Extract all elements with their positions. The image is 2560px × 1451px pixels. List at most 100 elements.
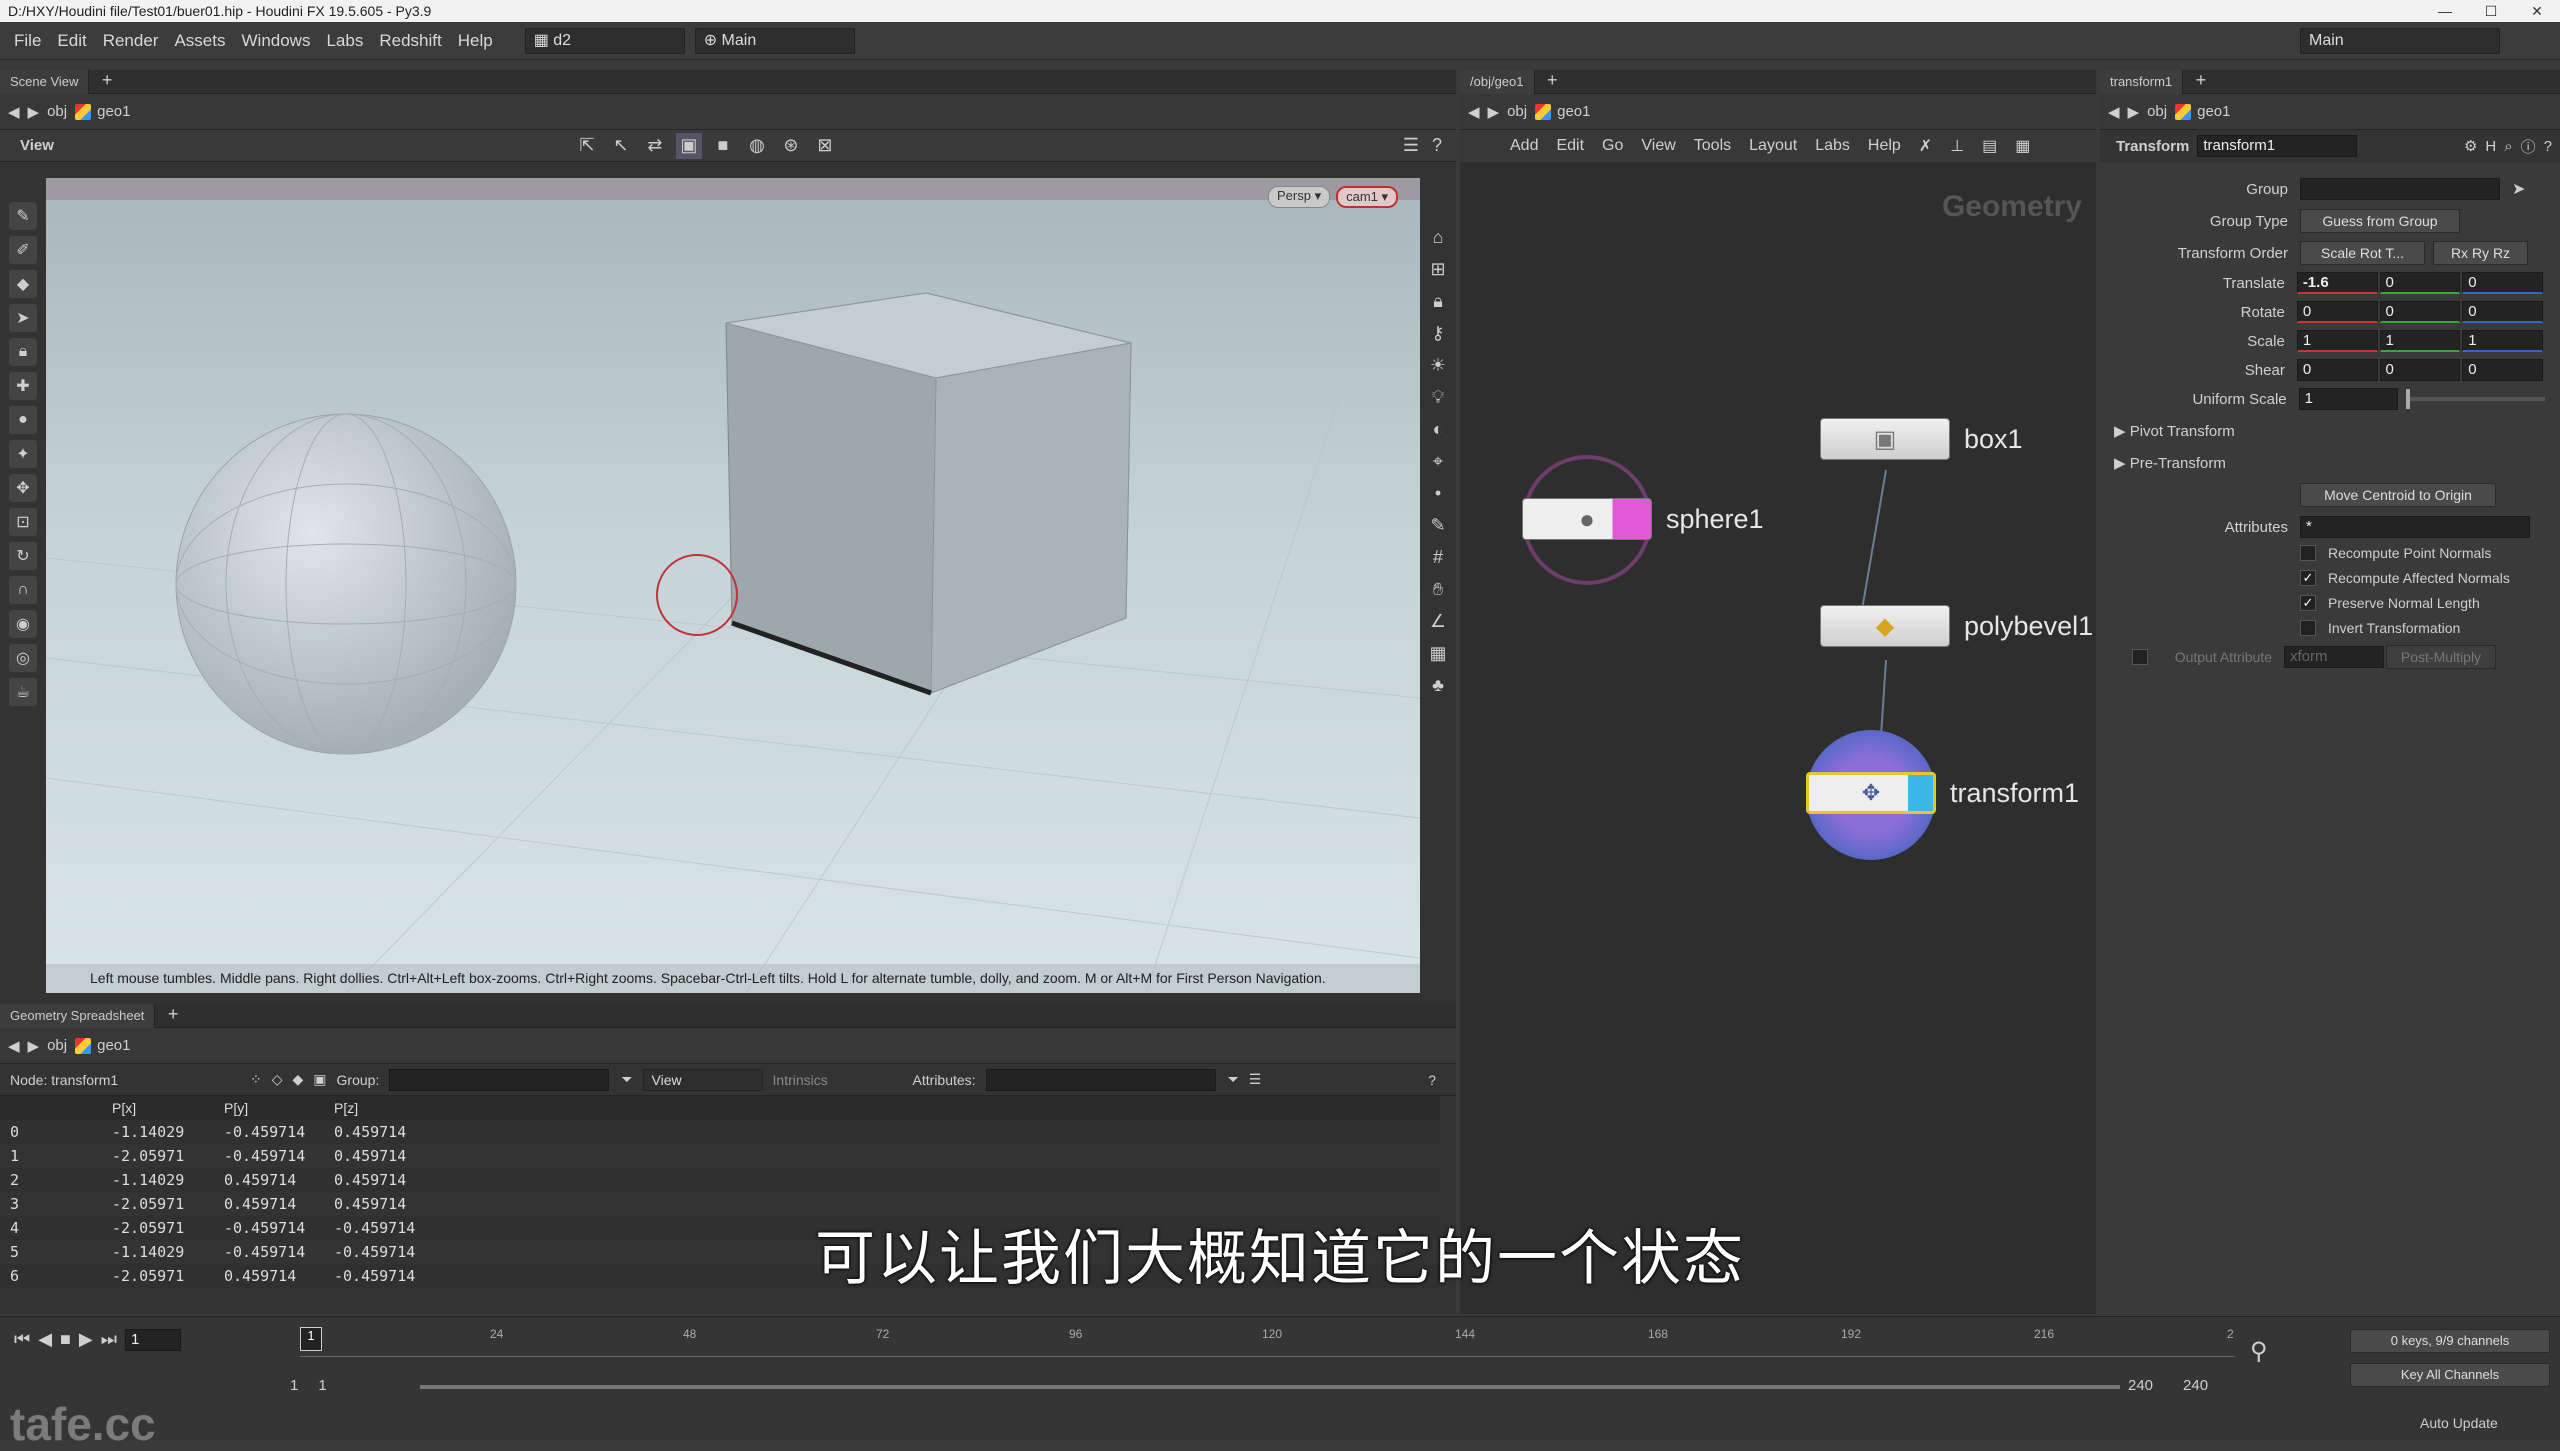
menu-labs[interactable]: Labs [318, 31, 371, 51]
select-arrow-icon[interactable]: ➤ [9, 304, 37, 332]
range-start2-field[interactable]: 1 [318, 1377, 326, 1394]
box-node-body[interactable]: ▣ [1820, 418, 1950, 460]
group-filter-field[interactable] [389, 1068, 610, 1091]
brush-icon[interactable]: ✦ [9, 440, 37, 468]
jump-start-icon[interactable]: ⏮ [14, 1329, 30, 1351]
playhead[interactable]: 1 [300, 1327, 322, 1351]
output-attribute-toggle[interactable] [2132, 649, 2148, 665]
pivot-icon[interactable]: ◉ [9, 610, 37, 638]
transform-node-body[interactable]: ✥ [1806, 772, 1936, 814]
add-tab-icon[interactable]: + [2196, 70, 2207, 90]
path-obj[interactable]: obj [47, 103, 67, 120]
add-tab-icon[interactable]: + [168, 1004, 179, 1024]
transform-tool-icon[interactable]: ✥ [9, 474, 37, 502]
node-sphere1[interactable]: ● sphere1 [1522, 498, 1764, 540]
key-tool-icon[interactable]: ⚲ [2250, 1337, 2268, 1366]
snapshot-icon[interactable]: ◐ [1425, 416, 1451, 442]
pivot-transform-folder[interactable]: ▶ Pivot Transform [2100, 418, 2545, 444]
help-icon[interactable]: ? [1424, 133, 1450, 159]
grid-icon[interactable]: ▦ [1425, 640, 1451, 666]
menu-edit[interactable]: Edit [49, 31, 94, 51]
paint-icon[interactable]: ✐ [9, 236, 37, 264]
path-geo[interactable]: geo1 [2175, 103, 2231, 120]
step-back-icon[interactable]: ◀ [38, 1329, 52, 1351]
frame-icon[interactable]: ⊞ [1425, 256, 1451, 282]
intrinsics-select[interactable]: Intrinsics [773, 1072, 903, 1088]
wire-icon[interactable]: ⌖ [1425, 448, 1451, 474]
group-field[interactable] [2300, 178, 2500, 200]
forward-arrow-icon[interactable]: ▶ [28, 1037, 40, 1055]
sphere-tool-icon[interactable]: ● [9, 406, 37, 434]
handle-icon[interactable]: ✎ [9, 202, 37, 230]
scale-tool-icon[interactable]: ⊡ [9, 508, 37, 536]
display-options-icon[interactable]: ☰ [1398, 133, 1424, 159]
menu-render[interactable]: Render [95, 31, 167, 51]
shear-y-field[interactable]: 0 [2379, 359, 2461, 381]
uniform-scale-field[interactable]: 1 [2298, 388, 2398, 410]
auto-update-menu[interactable]: Auto Update [2420, 1415, 2498, 1431]
view-select[interactable]: View [642, 1068, 763, 1091]
translate-x-field[interactable]: -1.6 [2296, 272, 2378, 294]
points-icon[interactable]: ⁘ [250, 1071, 262, 1088]
number-icon[interactable]: # [1425, 544, 1451, 570]
light-icon[interactable]: ☀ [1425, 352, 1451, 378]
display-icon[interactable]: ▣ [675, 132, 702, 159]
current-frame-field[interactable]: 1 [124, 1329, 181, 1351]
pose-icon[interactable]: ✚ [9, 372, 37, 400]
node-transform1[interactable]: ✥ transform1 [1806, 772, 2079, 814]
search-icon[interactable]: ⌕ [2504, 138, 2512, 155]
menu-assets[interactable]: Assets [166, 31, 233, 51]
snap-icon[interactable]: ⇄ [642, 133, 668, 159]
pen-icon[interactable]: ✎ [1425, 512, 1451, 538]
view-tool-icon[interactable]: ◎ [9, 644, 37, 672]
filter-icon[interactable]: ⏷ [621, 1071, 632, 1088]
info-icon[interactable]: ⓘ [2521, 136, 2536, 157]
checkbox[interactable] [2300, 620, 2316, 636]
back-arrow-icon[interactable]: ◀ [8, 1037, 20, 1055]
check-invert-transformation[interactable]: Invert Transformation [2100, 615, 2545, 641]
play-icon[interactable]: ▶ [79, 1329, 93, 1351]
lock-icon[interactable]: 🔒︎ [9, 338, 37, 366]
uniform-scale-slider[interactable] [2406, 389, 2545, 409]
tab-geometry-spreadsheet[interactable]: Geometry Spreadsheet [0, 1004, 156, 1028]
menu-windows[interactable]: Windows [234, 31, 319, 51]
pre-transform-folder[interactable]: ▶ Pre-Transform [2100, 450, 2545, 476]
gear-icon[interactable]: ⚙ [2464, 137, 2477, 155]
rotate-x-field[interactable]: 0 [2296, 301, 2378, 323]
measure-icon[interactable]: ∠ [1425, 608, 1451, 634]
menu-help[interactable]: Help [450, 31, 501, 51]
close-window-button[interactable]: ✕ [2514, 0, 2560, 22]
range-slider[interactable] [420, 1385, 2120, 1389]
range-end-field[interactable]: 240 [2128, 1377, 2153, 1394]
prims-icon[interactable]: ◆ [293, 1071, 304, 1088]
rotate-tool-icon[interactable]: ↻ [9, 542, 37, 570]
sphere-node-body[interactable]: ● [1522, 498, 1652, 540]
key-all-channels-button[interactable]: Key All Channels [2350, 1363, 2550, 1387]
detail-icon[interactable]: ▣ [313, 1071, 326, 1088]
maximize-button[interactable]: ☐ [2468, 0, 2514, 22]
scale-y-field[interactable]: 1 [2379, 330, 2461, 352]
help-icon[interactable]: ? [1428, 1072, 1436, 1088]
checkbox[interactable] [2300, 545, 2316, 561]
columns-icon[interactable]: ☰ [1249, 1071, 1262, 1088]
keys-channels-button[interactable]: 0 keys, 9/9 channels [2350, 1329, 2550, 1353]
translate-z-field[interactable]: 0 [2462, 272, 2544, 294]
forward-arrow-icon[interactable]: ▶ [2128, 103, 2140, 121]
translate-y-field[interactable]: 0 [2379, 272, 2461, 294]
bulb-icon[interactable]: 💡︎ [1425, 384, 1451, 410]
select-arrow-icon[interactable]: ➤ [2512, 179, 2525, 199]
move-centroid-button[interactable]: Move Centroid to Origin [2300, 483, 2496, 507]
home-icon[interactable]: ⌂ [1425, 224, 1451, 250]
menu-redshift[interactable]: Redshift [371, 31, 449, 51]
rotate-z-field[interactable]: 0 [2462, 301, 2544, 323]
lock-camera-icon[interactable]: 🔒︎ [1425, 288, 1451, 314]
render-icon[interactable]: ⊠ [812, 133, 838, 159]
path-obj[interactable]: obj [47, 1037, 67, 1054]
tab-scene-view[interactable]: Scene View [0, 70, 90, 94]
tab-transform1[interactable]: transform1 [2100, 70, 2184, 94]
check-recompute-point-normals[interactable]: Recompute Point Normals [2100, 540, 2545, 566]
camera-icon[interactable]: ⊛ [778, 133, 804, 159]
scale-z-field[interactable]: 1 [2462, 330, 2544, 352]
shear-x-field[interactable]: 0 [2296, 359, 2378, 381]
frame-ruler[interactable]: 1 24 48 72 96 120 144 168 192 216 2 [300, 1327, 2235, 1357]
